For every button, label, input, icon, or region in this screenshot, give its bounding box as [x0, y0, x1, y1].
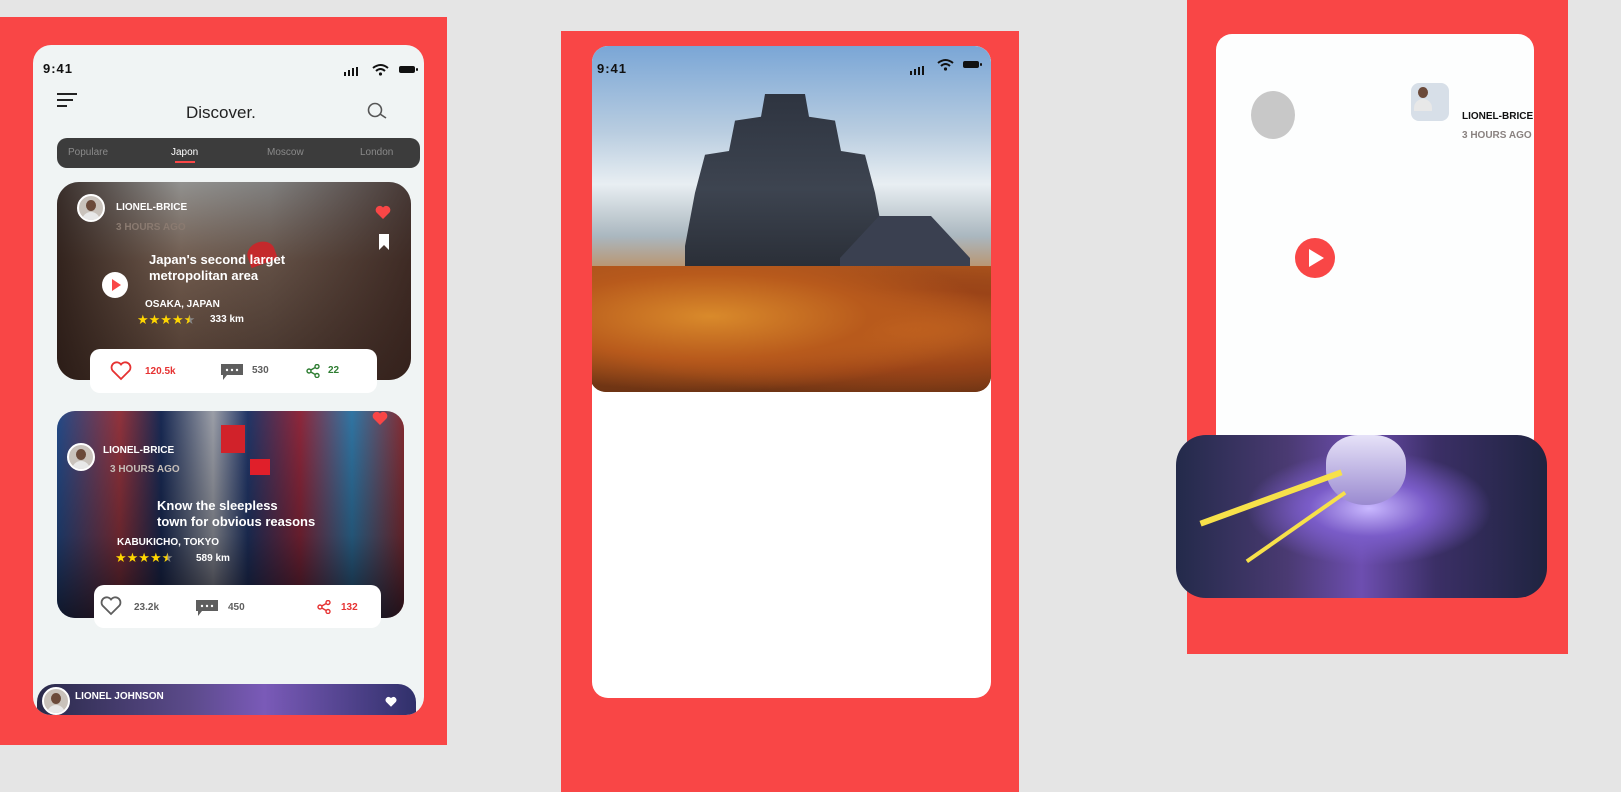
- distance: 589 km: [196, 553, 230, 564]
- location: KABUKICHO, TOKYO: [117, 537, 220, 548]
- distance: 333 km: [210, 314, 244, 325]
- comments-count: 450: [228, 602, 245, 613]
- time-ago: 3 HOURS AGO: [1462, 130, 1532, 141]
- star-rating: ★★★★★: [115, 550, 174, 565]
- wifi-icon: [937, 59, 954, 71]
- avatar: [1411, 83, 1449, 121]
- active-tab-indicator: [175, 161, 195, 163]
- like-icon[interactable]: [110, 361, 132, 381]
- share-icon[interactable]: [317, 600, 331, 614]
- card-title-line1: Know the sleepless: [157, 498, 278, 513]
- comments-count: 530: [252, 365, 269, 376]
- battery-icon: [399, 66, 418, 73]
- card-title-line2: metropolitan area: [149, 268, 259, 283]
- autumn-trees: [592, 266, 991, 392]
- comment-icon[interactable]: [221, 364, 243, 380]
- share-icon[interactable]: [306, 364, 320, 378]
- signal-icon: [344, 67, 358, 76]
- wifi-icon: [372, 64, 389, 76]
- shares-count: 132: [341, 602, 358, 613]
- page-title: Discover.: [186, 103, 256, 122]
- castle-photo: [592, 46, 991, 392]
- card-actions: 23.2k 450 132: [94, 585, 381, 628]
- avatar: [77, 194, 105, 222]
- neon-sign: [250, 459, 270, 475]
- location: OSAKA, JAPAN: [145, 299, 220, 310]
- author-name: LIONEL-BRICE: [1462, 111, 1534, 122]
- like-icon[interactable]: [100, 596, 122, 616]
- signal-icon: [910, 66, 924, 75]
- detail-screen: 9:41: [592, 46, 991, 698]
- play-button[interactable]: [102, 272, 128, 298]
- play-button[interactable]: [1295, 238, 1335, 278]
- battery-icon: [963, 61, 982, 68]
- game-art-photo: [1176, 435, 1547, 598]
- author-name: LIONEL-BRICE: [116, 202, 188, 213]
- author-name: LIONEL-BRICE: [103, 445, 175, 456]
- tab-japon[interactable]: Japon: [171, 147, 198, 158]
- tab-london[interactable]: London: [360, 147, 393, 158]
- author-name: LIONEL JOHNSON: [75, 691, 164, 702]
- heart-icon[interactable]: [375, 205, 391, 219]
- avatar: [42, 687, 70, 715]
- card-title-line1: Japan's second larget: [149, 252, 286, 267]
- lightning-streak: [1199, 469, 1343, 527]
- card-actions: 120.5k 530 22: [90, 349, 377, 393]
- neon-sign: [221, 425, 245, 453]
- category-tabs: Populare Japon Moscow London: [57, 138, 420, 168]
- shares-count: 22: [328, 365, 340, 376]
- post-card[interactable]: LIONEL JOHNSON: [37, 684, 416, 715]
- time-ago: 3 HOURS AGO: [116, 222, 186, 233]
- avatar: [67, 443, 95, 471]
- tab-populare[interactable]: Populare: [68, 147, 108, 158]
- tab-moscow[interactable]: Moscow: [267, 147, 304, 158]
- search-icon[interactable]: [366, 102, 388, 120]
- time-ago: 3 HOURS AGO: [110, 464, 180, 475]
- menu-icon[interactable]: [57, 93, 77, 107]
- status-time: 9:41: [43, 61, 74, 76]
- heart-icon[interactable]: [372, 411, 388, 425]
- bookmark-icon[interactable]: [379, 234, 389, 250]
- card-title-line2: town for obvious reasons: [157, 514, 316, 529]
- star-rating: ★★★★★: [137, 312, 196, 327]
- video-screen: LIONEL-BRICE 3 HOURS AGO: [1216, 34, 1534, 454]
- likes-count: 23.2k: [134, 602, 160, 613]
- heart-icon[interactable]: [385, 696, 397, 707]
- comment-icon[interactable]: [196, 600, 218, 616]
- discover-screen: 9:41 Discover. Populare Japon Moscow Lon…: [33, 45, 424, 715]
- placeholder-circle: [1251, 91, 1295, 139]
- likes-count: 120.5k: [145, 366, 176, 377]
- status-time: 9:41: [597, 61, 628, 76]
